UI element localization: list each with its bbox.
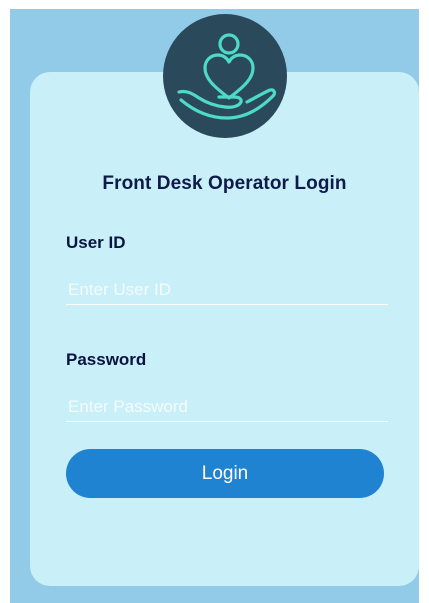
user-id-label: User ID	[66, 233, 126, 252]
care-hand-heart-icon	[163, 14, 287, 138]
password-label: Password	[66, 350, 147, 369]
user-id-input[interactable]	[66, 275, 388, 305]
logo-graphic	[177, 33, 277, 120]
form-heading: Front Desk Operator Login	[102, 173, 347, 194]
login-button[interactable]: Login	[66, 449, 384, 498]
password-input[interactable]	[66, 392, 388, 422]
login-card	[30, 72, 419, 586]
